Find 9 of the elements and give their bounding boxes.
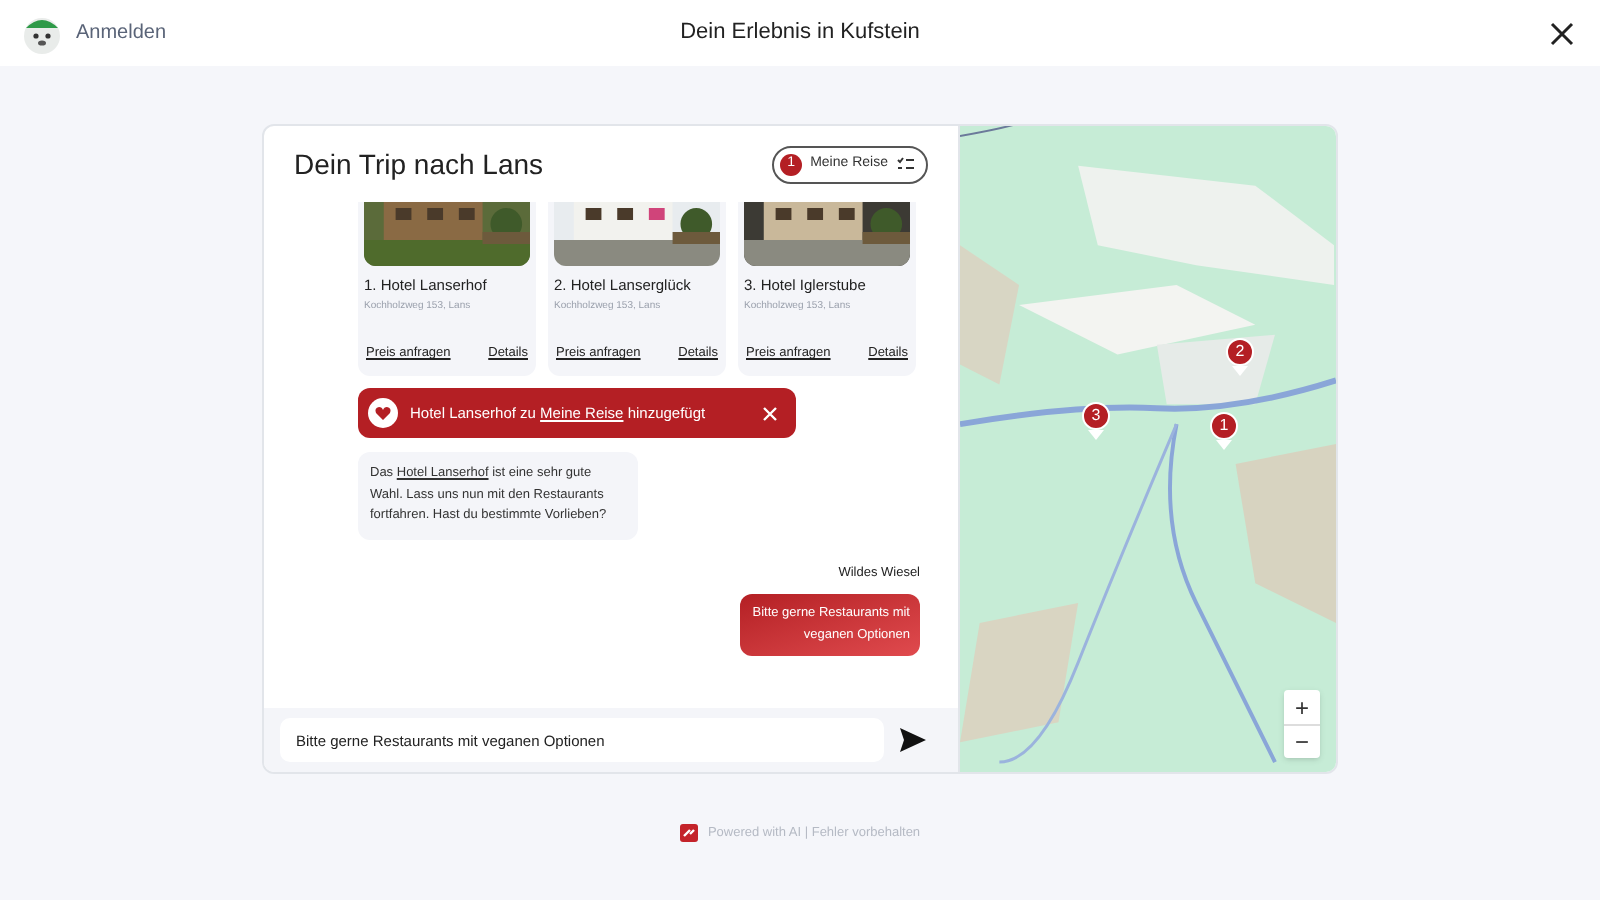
zoom-in-button[interactable]: + xyxy=(1284,690,1320,724)
login-link[interactable]: Anmelden xyxy=(76,18,167,48)
page-title: Dein Erlebnis in Kufstein xyxy=(678,18,922,49)
send-icon[interactable] xyxy=(900,728,926,752)
chat-title: Dein Trip nach Lans xyxy=(294,145,544,184)
close-icon[interactable] xyxy=(1548,19,1576,47)
checklist-icon xyxy=(896,155,916,173)
zoom-out-button[interactable]: − xyxy=(1284,724,1320,758)
logo-icon xyxy=(679,824,698,843)
